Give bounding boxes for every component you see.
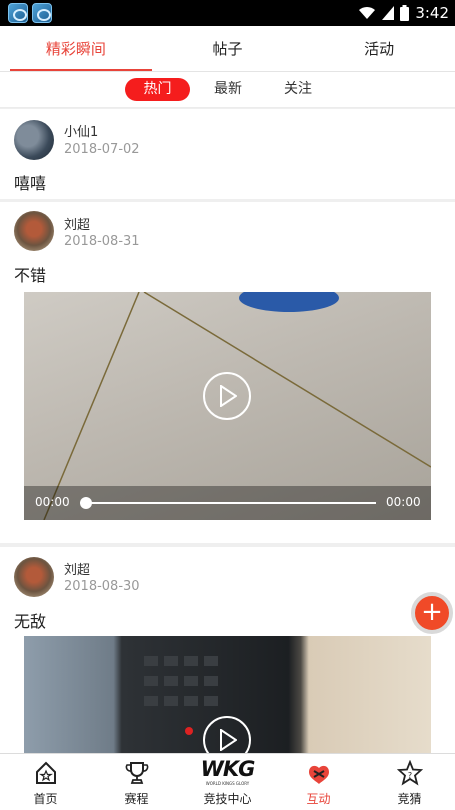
wifi-icon bbox=[359, 6, 376, 19]
filter-tab-bar: 热门 最新 关注 bbox=[0, 72, 455, 108]
nav-interact[interactable]: 互动 bbox=[273, 754, 364, 810]
nav-schedule-label: 赛程 bbox=[124, 792, 149, 806]
post-username[interactable]: 刘超 bbox=[64, 559, 90, 578]
status-bar: 3:42 bbox=[0, 0, 455, 26]
wkg-logo-subtitle: WORLD KINGS GLORY bbox=[205, 781, 250, 786]
status-time: 3:42 bbox=[415, 4, 449, 22]
post-username[interactable]: 小仙1 bbox=[64, 121, 98, 140]
post-date: 2018-08-30 bbox=[64, 579, 140, 594]
nav-interact-label: 互动 bbox=[306, 792, 331, 806]
video-player[interactable]: 00:00 00:00 bbox=[24, 292, 431, 520]
tab-posts[interactable]: 帖子 bbox=[152, 26, 304, 71]
tab-highlights[interactable]: 精彩瞬间 bbox=[0, 26, 152, 71]
home-icon bbox=[35, 761, 56, 784]
play-icon bbox=[220, 385, 237, 407]
notification-app-icon bbox=[32, 3, 52, 23]
avatar[interactable] bbox=[14, 557, 54, 597]
interact-icon bbox=[308, 765, 329, 784]
svg-text:?: ? bbox=[407, 771, 411, 780]
post-text: 不错 bbox=[14, 266, 47, 285]
feed-post[interactable]: 刘超 2018-08-31 不错 00:00 00:00 bbox=[0, 202, 455, 543]
feed-post[interactable]: 刘超 2018-08-30 无敌 bbox=[0, 547, 455, 753]
post-username[interactable]: 刘超 bbox=[64, 214, 90, 233]
bottom-nav: 首页 赛程 WKG WORLD KINGS GLORY 竞技中心 互动 ? 竞猜 bbox=[0, 753, 455, 810]
nav-arena[interactable]: WKG WORLD KINGS GLORY 竞技中心 bbox=[182, 754, 273, 810]
nav-home-label: 首页 bbox=[33, 792, 58, 806]
notification-app-icon bbox=[8, 3, 28, 23]
nav-guess[interactable]: ? 竞猜 bbox=[364, 754, 455, 810]
plus-icon: + bbox=[421, 597, 443, 627]
nav-schedule[interactable]: 赛程 bbox=[91, 754, 182, 810]
create-post-fab[interactable]: + bbox=[411, 592, 453, 634]
filter-latest[interactable]: 最新 bbox=[202, 78, 254, 101]
nav-arena-label: 竞技中心 bbox=[203, 792, 252, 806]
avatar[interactable] bbox=[14, 120, 54, 160]
tab-events[interactable]: 活动 bbox=[303, 26, 455, 71]
feed-list[interactable]: 小仙1 2018-07-02 嘻嘻 刘超 2018-08-31 不错 00:00 bbox=[0, 109, 455, 753]
feed-post[interactable]: 小仙1 2018-07-02 嘻嘻 bbox=[0, 109, 455, 199]
post-date: 2018-07-02 bbox=[64, 142, 140, 157]
nav-home[interactable]: 首页 bbox=[0, 754, 91, 810]
post-date: 2018-08-31 bbox=[64, 234, 140, 249]
video-seek-knob[interactable] bbox=[80, 497, 92, 509]
nav-guess-label: 竞猜 bbox=[397, 792, 422, 806]
video-progress-bar[interactable] bbox=[86, 502, 376, 504]
filter-following[interactable]: 关注 bbox=[272, 78, 324, 101]
play-icon bbox=[220, 729, 237, 751]
play-button[interactable] bbox=[203, 372, 251, 420]
guess-star-icon: ? bbox=[396, 760, 423, 786]
video-player[interactable] bbox=[24, 636, 431, 753]
battery-icon bbox=[400, 5, 410, 21]
video-current-time: 00:00 bbox=[35, 495, 70, 509]
filter-hot[interactable]: 热门 bbox=[125, 78, 190, 101]
avatar[interactable] bbox=[14, 211, 54, 251]
wkg-logo: WKG bbox=[200, 757, 256, 781]
video-duration: 00:00 bbox=[386, 495, 421, 509]
post-text: 无敌 bbox=[14, 612, 47, 631]
top-tab-bar: 精彩瞬间 帖子 活动 bbox=[0, 26, 455, 72]
trophy-icon bbox=[125, 762, 148, 784]
signal-icon bbox=[382, 6, 395, 20]
video-controls: 00:00 00:00 bbox=[24, 486, 431, 520]
post-text: 嘻嘻 bbox=[14, 174, 47, 193]
